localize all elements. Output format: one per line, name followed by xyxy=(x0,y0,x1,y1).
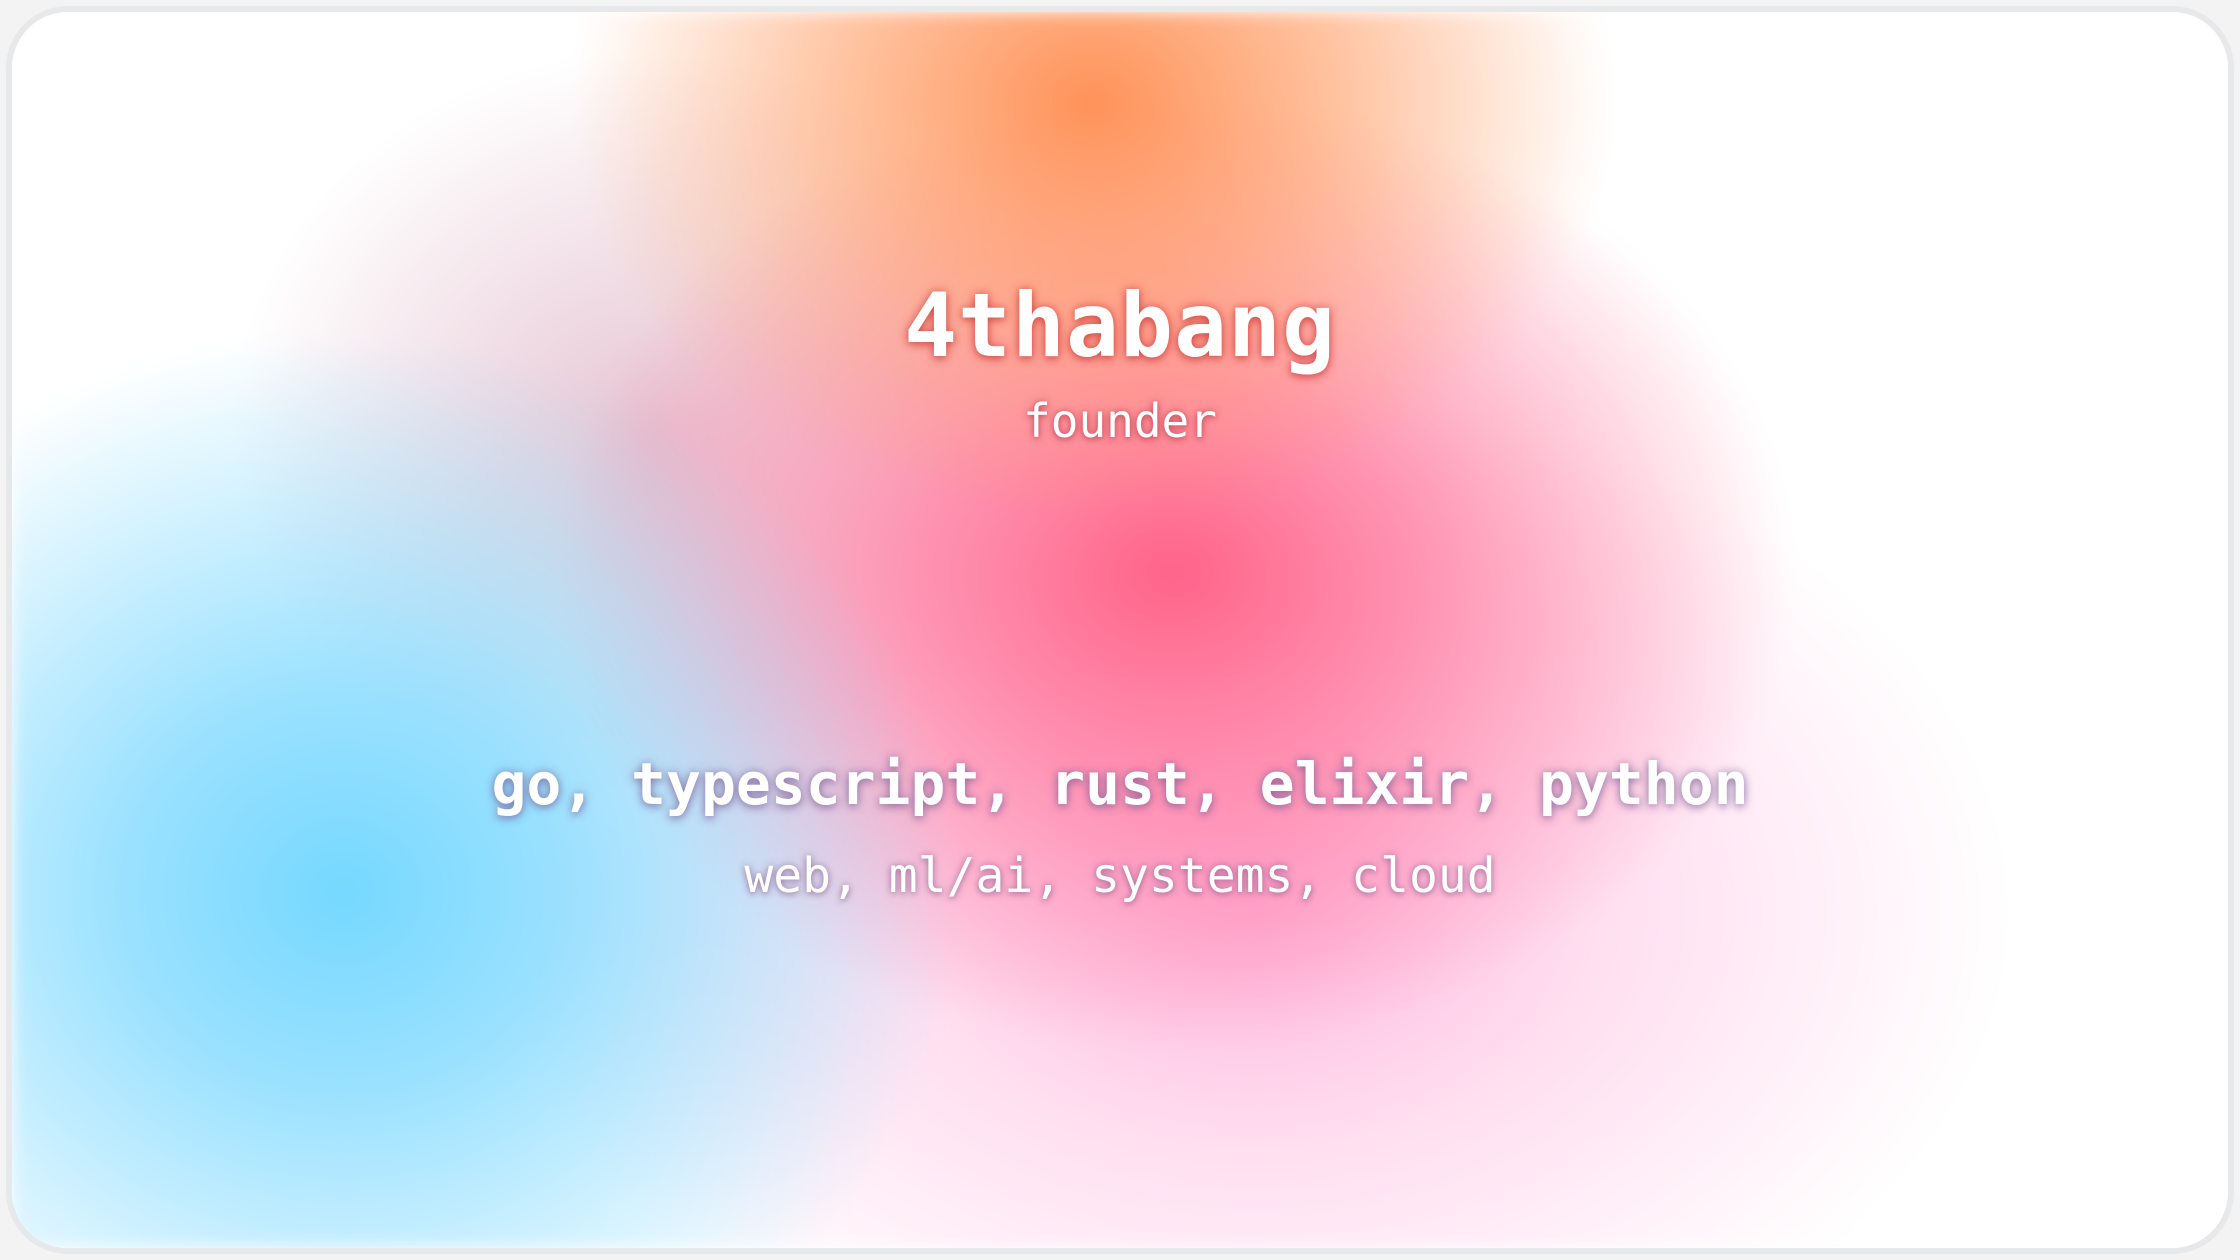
profile-content: 4thabang founder go, typescript, rust, e… xyxy=(12,12,2228,1248)
languages-list: go, typescript, rust, elixir, python xyxy=(491,750,1749,818)
profile-name: 4thabang xyxy=(904,274,1336,377)
profile-card: 4thabang founder go, typescript, rust, e… xyxy=(6,6,2234,1254)
profile-role: founder xyxy=(1023,394,1217,448)
domains-list: web, ml/ai, systems, cloud xyxy=(744,848,1496,904)
